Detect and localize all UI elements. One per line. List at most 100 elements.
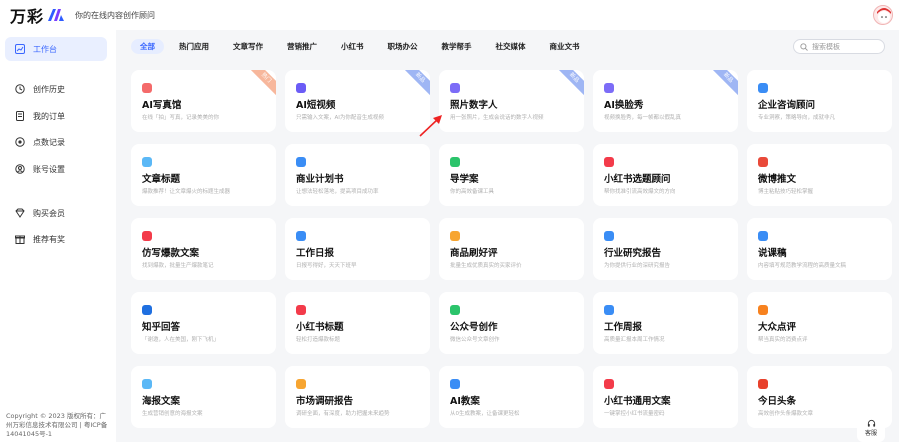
- tab-xiaohongshu[interactable]: 小红书: [332, 39, 373, 54]
- template-icon: [450, 231, 460, 241]
- template-card[interactable]: 海报文案 生成营销创意的海报文案: [131, 366, 276, 428]
- sidebar-item-label: 推荐有奖: [33, 234, 65, 244]
- template-description: 为你提供行业的深研究报告: [604, 263, 671, 269]
- template-card[interactable]: 企业咨询顾问 专业洞察，策略导向，成就非凡: [747, 70, 892, 132]
- template-description: 视频换脸秀，每一帧都以假乱真: [604, 115, 682, 121]
- template-card[interactable]: AI换脸秀 视频换脸秀，每一帧都以假乱真 新品: [593, 70, 738, 132]
- template-card[interactable]: 知乎回答 「谢邀，人在美国，刚下飞机」: [131, 292, 276, 354]
- template-card[interactable]: 工作周报 高质量汇报本周工作情况: [593, 292, 738, 354]
- template-title: AI写真馆: [142, 100, 182, 111]
- tab-all[interactable]: 全部: [131, 39, 164, 54]
- template-title: 仿写爆款文案: [142, 248, 200, 259]
- template-card[interactable]: 大众点评 帮当真实的消费点评: [747, 292, 892, 354]
- template-description: 帮你找准引流高效爆文的方向: [604, 189, 676, 195]
- template-description: 找到爆款，批量生产爆款笔记: [142, 263, 214, 269]
- template-title: AI教案: [450, 396, 480, 407]
- template-icon: [296, 305, 306, 315]
- sidebar-item-history[interactable]: 创作历史: [5, 77, 107, 101]
- avatar[interactable]: [873, 5, 893, 25]
- sidebar-item-points[interactable]: 点数记录: [5, 130, 107, 154]
- template-card[interactable]: 小红书标题 轻松打造爆款标题: [285, 292, 430, 354]
- template-icon: [142, 379, 152, 389]
- template-icon: [450, 83, 460, 93]
- app-logo[interactable]: 万彩: [10, 3, 65, 27]
- template-icon: [142, 83, 152, 93]
- tab-office[interactable]: 职场办公: [379, 39, 427, 54]
- gift-icon: [15, 235, 25, 244]
- template-title: 今日头条: [758, 396, 797, 407]
- template-icon: [296, 379, 306, 389]
- template-description: 爆款推荐！让文章爆火的标题生成器: [142, 189, 231, 195]
- template-card[interactable]: 小红书通用文案 一键掌控小红书流量密码: [593, 366, 738, 428]
- template-icon: [450, 379, 460, 389]
- sidebar-item-label: 创作历史: [33, 84, 65, 94]
- template-icon: [142, 157, 152, 167]
- sidebar-item-orders[interactable]: 我的订单: [5, 104, 107, 128]
- template-card[interactable]: 小红书选题顾问 帮你找准引流高效爆文的方向: [593, 144, 738, 206]
- template-icon: [296, 231, 306, 241]
- template-icon: [604, 83, 614, 93]
- template-card[interactable]: AI短视频只需输入文案，AI为你配音生成视频 新品: [285, 70, 430, 132]
- template-description: 调研全面，有深度，助力把握未来趋势: [296, 411, 390, 417]
- workbench-icon: [15, 44, 25, 54]
- template-card[interactable]: AI写真馆在线「拍」写真，记录美美的你 热门: [131, 70, 276, 132]
- template-title: 商业计划书: [296, 174, 344, 185]
- template-card[interactable]: 仿写爆款文案找到爆款，批量生产爆款笔记: [131, 218, 276, 280]
- template-card[interactable]: 文章标题 爆款推荐！让文章爆火的标题生成器: [131, 144, 276, 206]
- template-card[interactable]: AI教案 从0生成教案，让备课更轻松: [439, 366, 584, 428]
- service-label: 客服: [864, 430, 877, 437]
- template-icon: [758, 83, 768, 93]
- template-title: AI短视频: [296, 100, 336, 111]
- sidebar-item-account[interactable]: 账号设置: [5, 157, 107, 181]
- template-title: 市场调研报告: [296, 396, 354, 407]
- template-icon: [296, 83, 306, 93]
- search-input[interactable]: 搜索模板: [793, 39, 885, 54]
- template-card[interactable]: 市场调研报告调研全面，有深度，助力把握未来趋势: [285, 366, 430, 428]
- template-card[interactable]: 行业研究报告为你提供行业的深研究报告: [593, 218, 738, 280]
- template-title: 行业研究报告: [604, 248, 662, 259]
- tab-marketing[interactable]: 营销推广: [278, 39, 326, 54]
- template-description: 帮当真实的消费点评: [758, 337, 808, 343]
- points-icon: [15, 137, 25, 147]
- new-badge: 新品: [708, 70, 738, 98]
- tab-teaching[interactable]: 教学帮手: [433, 39, 481, 54]
- sidebar: 工作台 创作历史 我的订单 点数记录 账号设置 购买会员 推荐有奖 Copyri…: [0, 30, 116, 442]
- search-icon: [800, 42, 808, 51]
- template-description: 高效创作头条爆款文章: [758, 411, 814, 417]
- tab-popular[interactable]: 热门应用: [170, 39, 218, 54]
- account-icon: [15, 164, 25, 174]
- template-icon: [604, 379, 614, 389]
- sidebar-item-referral[interactable]: 推荐有奖: [5, 227, 107, 251]
- template-icon: [758, 305, 768, 315]
- template-card[interactable]: 说课稿 内容填写规范教学流程的高质量文稿: [747, 218, 892, 280]
- template-icon: [142, 305, 152, 315]
- copyright-text: Copyright © 2023 版权所有：广州万彩信息技术有限公司 | 粤IC…: [6, 412, 108, 438]
- template-description: 让想法轻松落地，提高项目成功率: [296, 189, 379, 195]
- new-badge: 新品: [400, 70, 430, 98]
- new-badge: 新品: [554, 70, 584, 98]
- template-description: 专业洞察，策略导向，成就非凡: [758, 115, 836, 121]
- template-icon: [758, 379, 768, 389]
- customer-service-button[interactable]: 客服: [857, 414, 885, 442]
- template-card[interactable]: 工作日报 日报写得好，天天下班早: [285, 218, 430, 280]
- template-card[interactable]: 微博推文 博主粘贴技巧轻松掌握: [747, 144, 892, 206]
- template-title: 小红书通用文案: [604, 396, 671, 407]
- template-card[interactable]: 商业计划书让想法轻松落地，提高项目成功率: [285, 144, 430, 206]
- sidebar-item-workbench[interactable]: 工作台: [5, 37, 107, 61]
- tab-social-media[interactable]: 社交媒体: [487, 39, 535, 54]
- sidebar-item-label: 我的订单: [33, 111, 65, 121]
- template-icon: [604, 231, 614, 241]
- annotation-arrow-icon: [419, 115, 442, 137]
- template-card[interactable]: 公众号创作 微信公众号文章创作: [439, 292, 584, 354]
- template-card[interactable]: 商品刷好评 批量生成优质真实的买家评价: [439, 218, 584, 280]
- template-description: 只需输入文案，AI为你配音生成视频: [296, 115, 384, 121]
- tab-business-docs[interactable]: 商业文书: [541, 39, 589, 54]
- template-description: 在线「拍」写真，记录美美的你: [142, 115, 220, 121]
- template-card[interactable]: 导学案 你的高效备课工具: [439, 144, 584, 206]
- tab-article-writing[interactable]: 文章写作: [224, 39, 272, 54]
- template-title: 工作日报: [296, 248, 335, 259]
- sidebar-item-vip[interactable]: 购买会员: [5, 201, 107, 225]
- order-icon: [16, 111, 24, 121]
- template-card[interactable]: 照片数字人 用一张照片，生成会说话的数字人视频 新品: [439, 70, 584, 132]
- hot-badge: 热门: [246, 70, 276, 98]
